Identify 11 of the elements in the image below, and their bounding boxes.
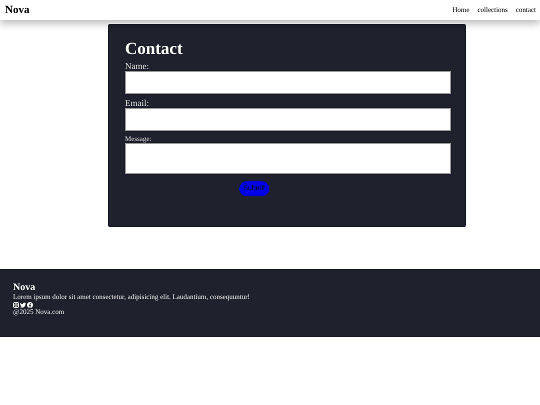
message-field[interactable] <box>125 143 451 174</box>
brand-logo[interactable]: Nova <box>5 4 30 16</box>
input-field[interactable] <box>125 108 451 131</box>
footer-brand: Nova <box>13 282 36 293</box>
input-field[interactable] <box>125 71 451 94</box>
contact-title: Contact <box>125 38 184 60</box>
field-label: Name: <box>125 62 150 71</box>
instagram-icon[interactable] <box>13 302 19 308</box>
bird-icon[interactable] <box>20 302 26 308</box>
facebook-icon[interactable] <box>27 302 33 308</box>
field-label: Email: <box>125 99 150 108</box>
